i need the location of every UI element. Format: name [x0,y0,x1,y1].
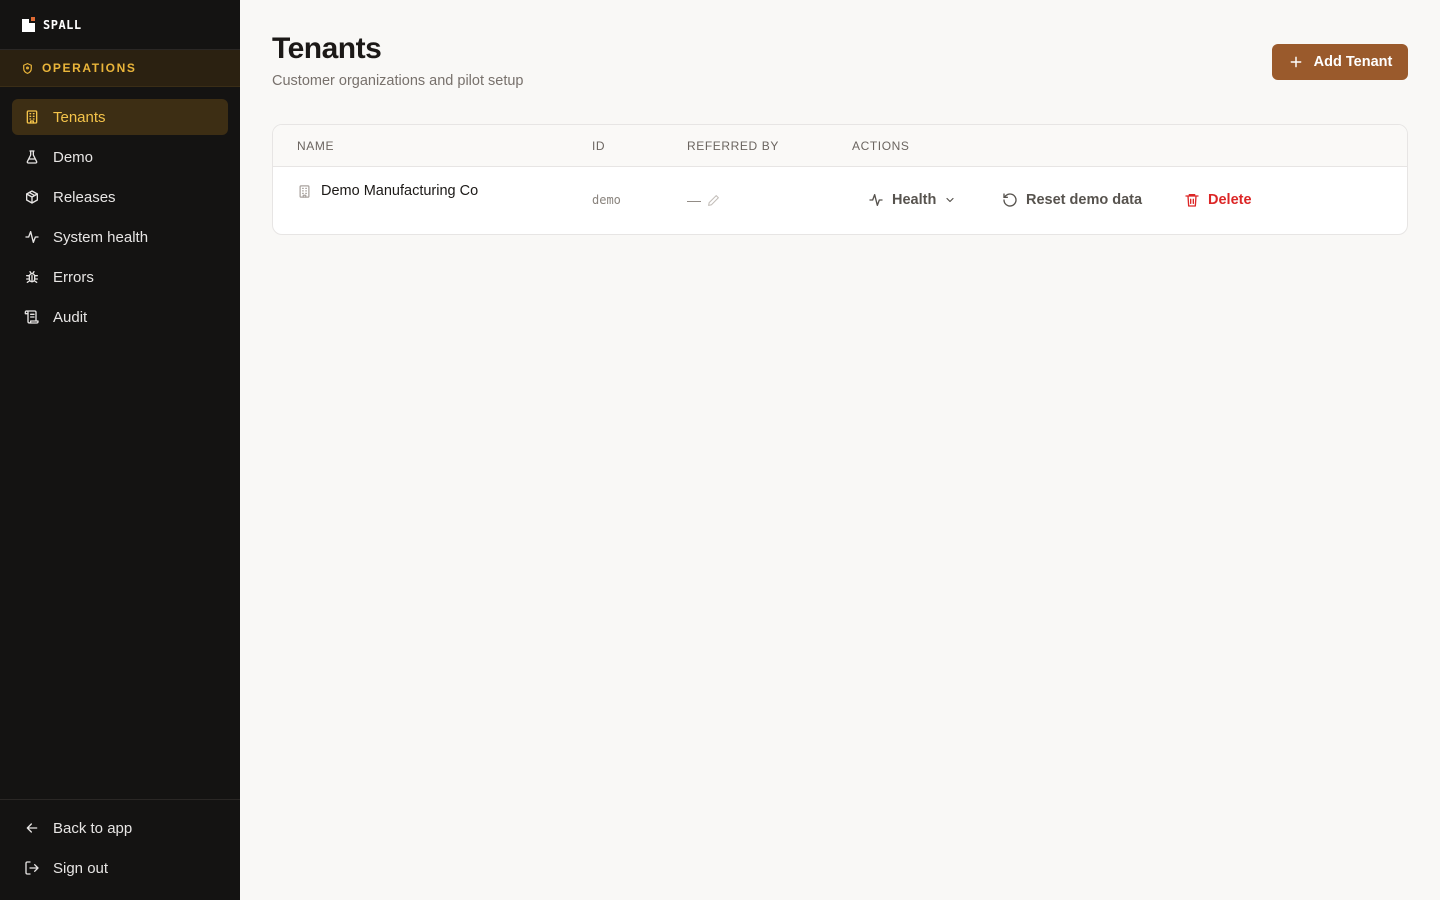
sidebar-item-label: System health [53,228,149,246]
activity-icon [25,231,39,243]
arrow-left-icon [26,823,38,833]
sidebar-item-errors[interactable]: Errors [12,259,228,295]
plus-icon [1290,56,1302,68]
scroll-icon [24,310,39,324]
column-header-referred-by: REFERRED BY [687,139,779,153]
reset-demo-data-button[interactable]: Reset demo data [1002,192,1142,208]
rotate-ccw-icon [1003,193,1017,207]
building-icon [26,110,38,124]
tenants-table: NAME ID REFERRED BY ACTIONS Demo Manufac… [272,124,1408,235]
sidebar-item-label: Tenants [53,108,106,126]
chevron-down-icon [946,197,954,203]
operations-label: OPERATIONS [42,61,137,75]
delete-label: Delete [1208,192,1252,208]
column-header-id: ID [592,139,606,153]
tenant-id-cell: demo [592,193,621,207]
add-tenant-label: Add Tenant [1313,54,1393,70]
referred-by-cell: — [687,192,720,208]
sidebar-item-releases[interactable]: Releases [12,179,228,215]
shield-icon [23,62,32,74]
sidebar-footer: Back to app Sign out [0,799,240,900]
table-header: NAME ID REFERRED BY ACTIONS [273,125,1407,167]
health-label: Health [892,192,937,208]
reset-demo-data-label: Reset demo data [1026,192,1143,208]
table-row: Demo Manufacturing Co demo — Health Rese… [273,167,1407,234]
sidebar-item-label: Demo [53,148,94,166]
column-header-name: NAME [297,139,335,153]
sidebar-nav: Tenants Demo Releases System health Erro… [0,87,240,335]
trash-icon [1185,194,1199,207]
brand-logo[interactable]: SPALL [0,0,240,50]
activity-icon [869,194,883,206]
building-icon [299,184,310,198]
add-tenant-button[interactable]: Add Tenant [1272,44,1408,80]
sidebar-item-demo[interactable]: Demo [12,139,228,175]
health-dropdown-button[interactable]: Health [868,192,956,208]
log-out-icon [25,861,39,875]
back-to-app-label: Back to app [53,819,133,837]
sidebar-item-tenants[interactable]: Tenants [12,99,228,135]
sidebar-item-label: Releases [53,188,116,206]
back-to-app-link[interactable]: Back to app [12,810,228,846]
page-title: Tenants [272,32,382,65]
page-subtitle: Customer organizations and pilot setup [272,73,524,89]
sidebar-item-label: Audit [53,308,88,326]
operations-banner: OPERATIONS [0,50,240,87]
sidebar-item-system-health[interactable]: System health [12,219,228,255]
sign-out-button[interactable]: Sign out [12,850,228,886]
bug-icon [26,271,38,283]
package-icon [26,190,38,204]
pencil-icon[interactable] [707,194,720,207]
logo-mark-icon [22,15,37,32]
flask-icon [26,150,38,164]
tenant-name[interactable]: Demo Manufacturing Co [321,183,478,199]
sidebar-item-audit[interactable]: Audit [12,299,228,335]
brand-name: SPALL [43,17,82,32]
sidebar-item-label: Errors [53,268,94,286]
column-header-actions: ACTIONS [852,139,910,153]
sidebar: SPALL OPERATIONS Tenants Demo Releases S… [0,0,240,900]
main-content: Tenants Customer organizations and pilot… [240,0,1440,900]
tenant-name-cell: Demo Manufacturing Co [297,183,478,199]
tenant-id: demo [592,193,621,207]
referred-by-value: — [687,192,701,208]
sign-out-label: Sign out [53,859,109,877]
delete-tenant-button[interactable]: Delete [1184,192,1252,208]
